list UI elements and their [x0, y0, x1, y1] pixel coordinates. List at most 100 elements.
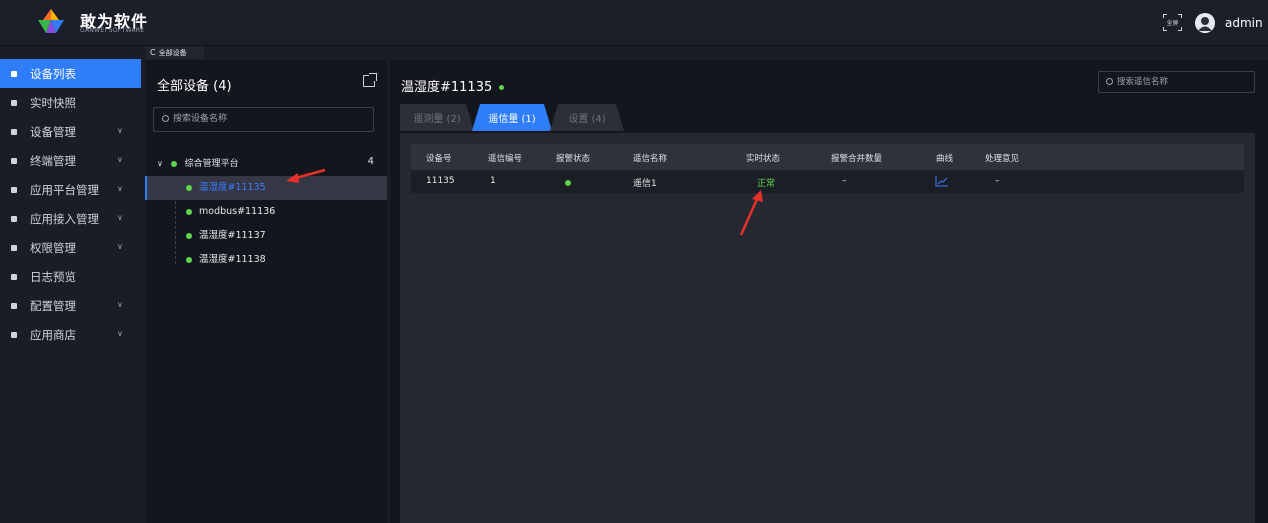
device-title-label: 温湿度#11135 — [401, 80, 493, 95]
alarm-status-dot-icon — [565, 178, 571, 188]
fullscreen-label: 全屏 — [1166, 20, 1179, 27]
tab-all-devices-label: 全部设备 — [158, 48, 187, 57]
corner-br-icon — [1178, 27, 1182, 31]
tree-device-label: modbus#11136 — [199, 206, 276, 217]
tab-telemetry[interactable]: 遥测量 (2) — [400, 104, 474, 131]
tree-device-node[interactable]: 温湿度#11135 — [145, 176, 387, 200]
cell-merge-count: – — [842, 176, 847, 186]
tab-all-devices[interactable]: C 全部设备 — [146, 46, 204, 59]
sidebar-item-label: 设备列表 — [30, 66, 76, 81]
cell-opinion: – — [995, 176, 1000, 186]
tree-device-node[interactable]: 温湿度#11138 — [145, 248, 387, 272]
chevron-down-icon: ∨ — [117, 213, 123, 222]
tab-settings[interactable]: 设置 (4) — [550, 104, 624, 131]
th-device-no: 设备号 — [426, 154, 452, 164]
tab-telesignal[interactable]: 遥信量 (1) — [472, 104, 552, 131]
device-tree-panel: 全部设备 (4) 搜索设备名称 ∨ 综合管理平台 4 温湿度#11135 modb… — [145, 60, 387, 523]
device-title: 温湿度#11135 — [401, 76, 505, 95]
sidebar-item-5[interactable]: 应用接入管理 ∨ — [0, 204, 141, 233]
username[interactable]: admin — [1225, 16, 1263, 30]
sidebar-item-label: 应用商店 — [30, 327, 76, 342]
chevron-down-icon: ∨ — [157, 159, 163, 168]
menu-icon — [11, 99, 17, 106]
device-search-placeholder: 搜索设备名称 — [173, 114, 228, 124]
chevron-down-icon: ∨ — [117, 300, 123, 309]
sidebar-item-label: 设备管理 — [30, 124, 76, 139]
online-dot-icon — [186, 184, 192, 191]
fullscreen-button[interactable]: 全屏 — [1163, 14, 1182, 31]
menu-icon — [11, 331, 17, 338]
sidebar-item-label: 终端管理 — [30, 153, 76, 168]
table-container: 设备号 遥信编号 报警状态 遥信名称 实时状态 报警合并数量 曲线 处理意见 1… — [400, 133, 1255, 523]
th-signal-name: 遥信名称 — [633, 154, 668, 164]
chevron-down-icon: ∨ — [117, 329, 123, 338]
signal-search-input[interactable]: 搜索遥信名称 — [1098, 71, 1255, 93]
sidebar-item-1[interactable]: 实时快照 — [0, 88, 141, 117]
online-dot-icon — [186, 232, 192, 239]
chevron-down-icon: ∨ — [117, 126, 123, 135]
sidebar-item-label: 配置管理 — [30, 298, 76, 313]
refresh-icon: C — [150, 48, 156, 57]
tab-settings-label: 设置 (4) — [568, 114, 606, 125]
sidebar-item-7[interactable]: 日志预览 — [0, 262, 141, 291]
tree-device-label: 温湿度#11135 — [199, 182, 266, 193]
menu-icon — [11, 128, 17, 135]
user-icon — [1195, 13, 1215, 33]
menu-icon — [11, 70, 17, 77]
online-dot-icon — [499, 85, 505, 90]
tree-root-label: 综合管理平台 — [184, 159, 239, 169]
tree-root-node[interactable]: ∨ 综合管理平台 4 — [157, 156, 382, 170]
th-realtime-status: 实时状态 — [746, 154, 781, 164]
open-external-icon[interactable] — [363, 73, 377, 87]
device-search-input[interactable]: 搜索设备名称 — [153, 107, 374, 132]
corner-tl-icon — [1163, 14, 1167, 18]
line-chart-icon[interactable] — [935, 175, 949, 187]
menu-icon — [11, 215, 17, 222]
th-curve: 曲线 — [936, 154, 954, 164]
device-detail-panel: 温湿度#11135 搜索遥信名称 遥测量 (2) 遥信量 (1) 设置 (4) … — [390, 60, 1268, 523]
avatar[interactable] — [1195, 13, 1215, 33]
tab-telesignal-label: 遥信量 (1) — [488, 114, 536, 125]
sidebar-item-8[interactable]: 配置管理 ∨ — [0, 291, 141, 320]
chevron-down-icon: ∨ — [117, 242, 123, 251]
tree-device-label: 温湿度#11138 — [199, 254, 266, 265]
tree-device-label: 温湿度#11137 — [199, 230, 266, 241]
cell-signal-no: 1 — [490, 176, 496, 186]
search-icon — [162, 115, 169, 122]
corner-tr-icon — [1178, 14, 1182, 18]
tree-title: 全部设备 (4) — [157, 79, 232, 94]
cell-realtime-status: 正常 — [757, 179, 776, 189]
arrow-icon — [369, 73, 377, 81]
tree-device-node[interactable]: 温湿度#11137 — [145, 224, 387, 248]
th-signal-no: 遥信编号 — [488, 154, 523, 164]
table-row[interactable]: 11135 1 遥信1 正常 – – — [411, 170, 1244, 193]
sidebar-item-label: 实时快照 — [30, 95, 76, 110]
chevron-down-icon: ∨ — [117, 155, 123, 164]
sidebar-item-3[interactable]: 终端管理 ∨ — [0, 146, 141, 175]
sidebar-item-label: 应用平台管理 — [30, 182, 99, 197]
cell-signal-name: 遥信1 — [633, 179, 657, 189]
th-merge-count: 报警合并数量 — [831, 154, 883, 164]
chevron-down-icon: ∨ — [117, 184, 123, 193]
cell-device-no: 11135 — [426, 176, 455, 186]
tree-root-count: 4 — [367, 156, 374, 167]
th-opinion: 处理意见 — [985, 154, 1020, 164]
sidebar: 设备列表 实时快照 设备管理 ∨ 终端管理 ∨ 应用平台管理 ∨ 应用接入管理 ∨ 权限管理 ∨ 日志预… — [0, 46, 141, 523]
tree-device-node[interactable]: modbus#11136 — [145, 200, 387, 224]
tab-telemetry-label: 遥测量 (2) — [413, 114, 461, 125]
sidebar-item-4[interactable]: 应用平台管理 ∨ — [0, 175, 141, 204]
online-dot-icon — [186, 208, 192, 215]
sidebar-item-0[interactable]: 设备列表 — [0, 59, 141, 88]
sidebar-item-label: 权限管理 — [30, 240, 76, 255]
menu-icon — [11, 186, 17, 193]
online-dot-icon — [186, 256, 192, 263]
menu-icon — [11, 273, 17, 280]
menu-icon — [11, 244, 17, 251]
sidebar-item-9[interactable]: 应用商店 ∨ — [0, 320, 141, 349]
sidebar-item-6[interactable]: 权限管理 ∨ — [0, 233, 141, 262]
table-header: 设备号 遥信编号 报警状态 遥信名称 实时状态 报警合并数量 曲线 处理意见 — [411, 144, 1244, 170]
sidebar-item-label: 日志预览 — [30, 269, 76, 284]
th-alarm-status: 报警状态 — [556, 154, 591, 164]
menu-icon — [11, 157, 17, 164]
sidebar-item-2[interactable]: 设备管理 ∨ — [0, 117, 141, 146]
